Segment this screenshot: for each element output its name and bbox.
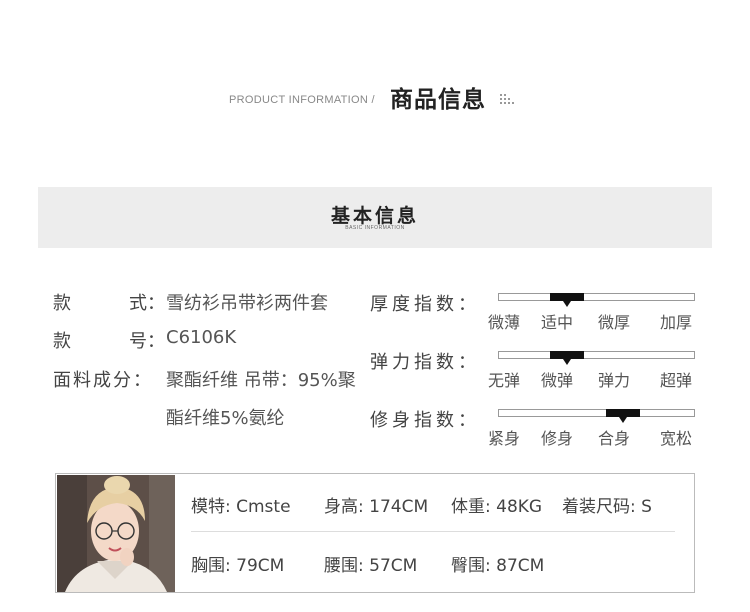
fit-index-track (498, 409, 695, 423)
elasticity-option-1: 无弹 (488, 371, 521, 390)
model-hip: 臀围: 87CM (451, 556, 545, 576)
fit-option-3: 合身 (598, 429, 631, 448)
basic-info-banner: 基本信息 BASIC INFORMATION (38, 187, 712, 248)
elasticity-option-3: 弹力 (598, 371, 631, 390)
fit-option-4: 宽松 (660, 429, 693, 448)
fabric-row-cont: 酯纤维5%氨纶 (53, 404, 373, 430)
thickness-pointer-icon (563, 301, 571, 307)
product-info-en-title: PRODUCT INFORMATION / (229, 94, 375, 106)
code-value: C6106K (166, 327, 237, 348)
thickness-options: 微薄 适中 微厚 加厚 (488, 309, 702, 332)
model-name: 模特: Cmste (191, 497, 291, 517)
thickness-option-3: 微厚 (598, 313, 631, 332)
fit-options: 紧身 修身 合身 宽松 (488, 425, 702, 448)
basic-info-subtitle: BASIC INFORMATION (345, 225, 405, 231)
elasticity-index-fill (550, 351, 584, 359)
fabric-value-line2: 酯纤维5%氨纶 (166, 408, 285, 429)
model-photo-illustration (57, 475, 175, 592)
basic-info-title: 基本信息 (330, 205, 419, 227)
thickness-index: 厚度指数： 微薄 适中 微厚 加厚 (370, 290, 700, 340)
fabric-label: 面料成分： (53, 370, 153, 391)
model-weight: 体重: 48KG (451, 497, 543, 517)
elasticity-index-track (498, 351, 695, 365)
style-row: 款 式： 雪纺衫吊带衫两件套 (53, 289, 373, 315)
model-waist: 腰围: 57CM (324, 556, 418, 576)
style-value: 雪纺衫吊带衫两件套 (166, 293, 328, 314)
elasticity-index: 弹力指数： 无弹 微弹 弹力 超弹 (370, 348, 700, 398)
fit-pointer-icon (619, 417, 627, 423)
style-label: 款 式： (53, 293, 165, 314)
fit-option-1: 紧身 (488, 429, 521, 448)
dots-decoration-icon (500, 94, 516, 104)
product-info-header: PRODUCT INFORMATION / 商品信息 (0, 78, 750, 113)
product-info-cn-title: 商品信息 (390, 87, 486, 113)
thickness-index-label: 厚度指数： (370, 294, 480, 315)
thickness-index-fill (550, 293, 584, 301)
model-height: 身高: 174CM (324, 497, 429, 517)
model-info-divider (191, 531, 675, 532)
elasticity-pointer-icon (563, 359, 571, 365)
fabric-value-line1: 聚酯纤维 吊带：95%聚 (166, 370, 356, 391)
model-info-card: 模特: Cmste 身高: 174CM 体重: 48KG 着装尺码: S 胸围:… (55, 473, 695, 593)
elasticity-index-label: 弹力指数： (370, 352, 480, 373)
code-label: 款 号： (53, 331, 165, 352)
thickness-option-2: 适中 (541, 313, 574, 332)
code-row: 款 号： C6106K (53, 327, 373, 353)
thickness-option-1: 微薄 (488, 313, 521, 332)
thickness-index-track (498, 293, 695, 307)
fit-index: 修身指数： 紧身 修身 合身 宽松 (370, 406, 700, 456)
thickness-option-4: 加厚 (660, 313, 693, 332)
elasticity-option-4: 超弹 (660, 371, 693, 390)
model-photo (57, 475, 175, 592)
elasticity-options: 无弹 微弹 弹力 超弹 (488, 367, 702, 390)
fit-option-2: 修身 (541, 429, 574, 448)
fabric-row: 面料成分： 聚酯纤维 吊带：95%聚 (53, 366, 373, 392)
elasticity-option-2: 微弹 (541, 371, 574, 390)
fit-index-label: 修身指数： (370, 410, 480, 431)
model-bust: 胸围: 79CM (191, 556, 285, 576)
model-size: 着装尺码: S (562, 497, 652, 517)
fit-index-fill (606, 409, 640, 417)
